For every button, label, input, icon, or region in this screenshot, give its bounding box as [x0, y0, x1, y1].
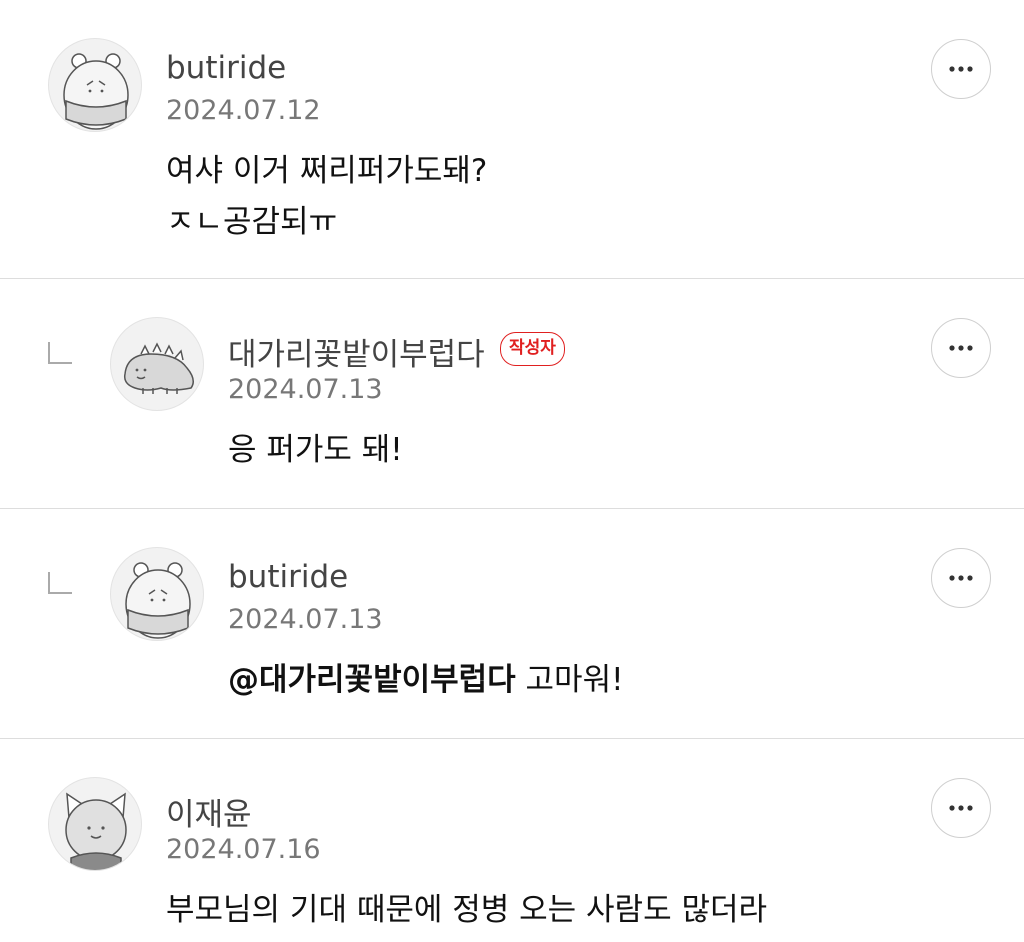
more-options-button[interactable]	[931, 39, 991, 99]
more-options-button[interactable]	[931, 318, 991, 378]
avatar[interactable]	[48, 777, 142, 871]
reply-item: 대가리꽃밭이부럽다 작성자 2024.07.13 응 퍼가도 돼!	[0, 279, 1024, 508]
dinosaur-avatar-icon	[123, 342, 194, 394]
comment-date: 2024.07.13	[228, 374, 383, 405]
comment-item: 이재윤 2024.07.16 부모님의 기대 때문에 정병 오는 사람도 많더라	[0, 739, 1024, 942]
hamster-avatar-icon	[125, 562, 191, 639]
author-badge: 작성자	[500, 332, 565, 366]
comment-date: 2024.07.12	[166, 95, 321, 126]
comment-text-line: 부모님의 기대 때문에 정병 오는 사람도 많더라	[166, 892, 768, 928]
comment-author[interactable]: 이재윤	[166, 789, 252, 834]
reply-arrow-icon	[48, 572, 72, 594]
comment-item: butiride 2024.07.12 여샤 이거 쩌리퍼가도돼? ㅈㄴ공감되ㅠ	[0, 0, 1024, 278]
avatar[interactable]	[48, 38, 142, 132]
comment-text-line: 응 퍼가도 돼!	[228, 432, 403, 468]
more-dots-icon	[949, 345, 973, 351]
cat-avatar-icon	[65, 792, 127, 870]
comment-date: 2024.07.16	[166, 834, 321, 865]
comment-text-line: 여샤 이거 쩌리퍼가도돼?	[166, 153, 488, 189]
avatar[interactable]	[110, 317, 204, 411]
mention-link[interactable]: @대가리꽃밭이부럽다	[228, 662, 516, 698]
more-options-button[interactable]	[931, 778, 991, 838]
more-dots-icon	[949, 805, 973, 811]
comment-text-line: ㅈㄴ공감되ㅠ	[166, 204, 338, 240]
more-dots-icon	[949, 66, 973, 72]
comment-text: 고마워!	[515, 662, 624, 698]
reply-arrow-icon	[48, 342, 72, 364]
comment-author[interactable]: 대가리꽃밭이부럽다	[228, 329, 485, 374]
hamster-avatar-icon	[63, 53, 129, 130]
comment-text-line: @대가리꽃밭이부럽다 고마워!	[228, 655, 624, 706]
reply-item: butiride 2024.07.13 @대가리꽃밭이부럽다 고마워!	[0, 509, 1024, 738]
comment-date: 2024.07.13	[228, 604, 383, 635]
comment-author[interactable]: butiride	[228, 559, 348, 595]
more-options-button[interactable]	[931, 548, 991, 608]
comment-author[interactable]: butiride	[166, 50, 286, 86]
avatar[interactable]	[110, 547, 204, 641]
more-dots-icon	[949, 575, 973, 581]
comment-list: butiride 2024.07.12 여샤 이거 쩌리퍼가도돼? ㅈㄴ공감되ㅠ	[0, 0, 1024, 942]
